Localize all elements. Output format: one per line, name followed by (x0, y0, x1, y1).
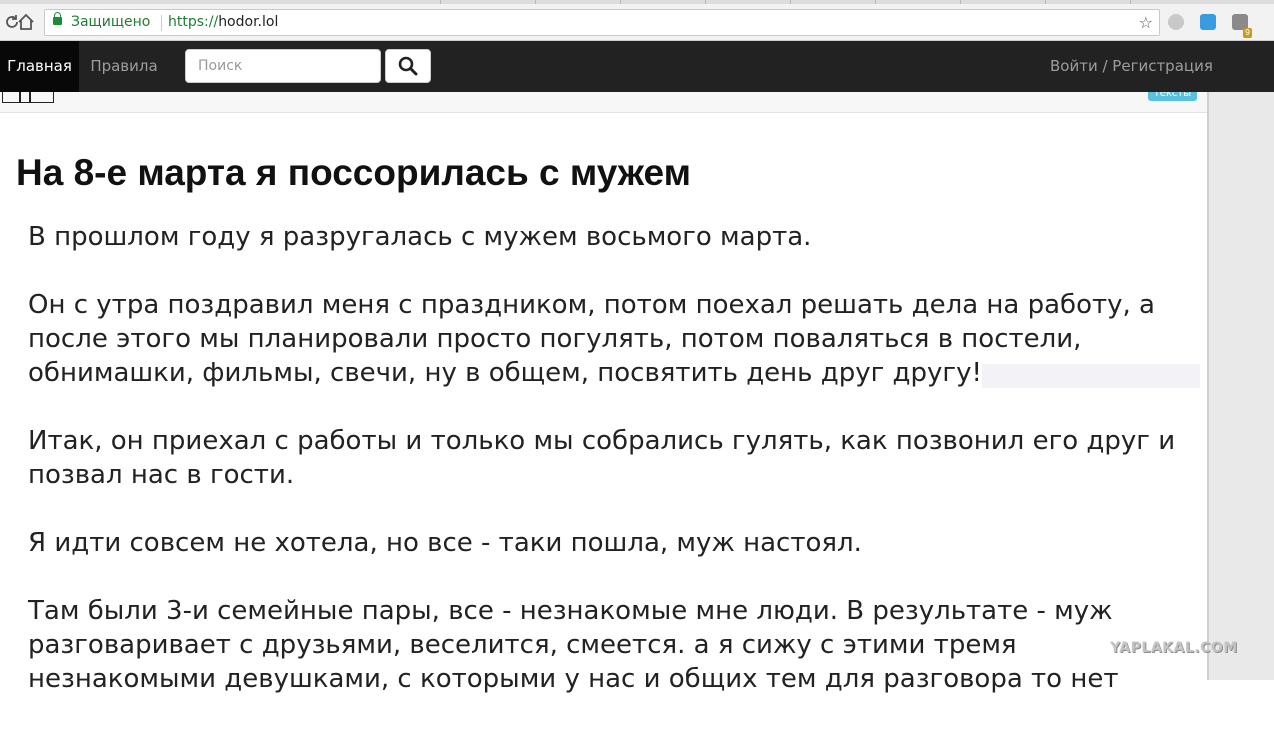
page-margin (1207, 92, 1274, 680)
url-host: hodor.lol (218, 14, 279, 30)
post-header-strip (0, 92, 1207, 113)
home-icon[interactable] (14, 10, 38, 34)
watermark: YAPLAKAL.COM (1110, 640, 1238, 656)
browser-toolbar: Защищено https://hodor.lol ☆ 9 (0, 4, 1274, 41)
article-paragraph: Я идти совсем не хотела, но все - таки п… (28, 528, 862, 558)
article-body: В прошлом году я разругалась с мужем вос… (28, 220, 1203, 730)
secure-label: Защищено (71, 14, 151, 30)
globe-extension-icon[interactable] (1168, 14, 1184, 30)
nav-home-link[interactable]: Главная (0, 41, 79, 92)
site-logo[interactable] (2, 92, 54, 103)
article-paragraph: Там были 3-и семейные пары, все - незнак… (28, 596, 1119, 694)
url-text[interactable]: https://hodor.lol (168, 10, 278, 35)
article-title: На 8-е марта я поссорилась с мужем (16, 152, 691, 193)
article-paragraph: Итак, он приехал с работы и только мы со… (28, 426, 1176, 490)
extension-badge: 9 (1243, 28, 1253, 38)
nav-rules-link[interactable]: Правила (79, 41, 169, 92)
search-input[interactable] (185, 49, 381, 83)
category-tag[interactable]: тексты (1148, 92, 1197, 101)
omnibox-divider (161, 15, 162, 31)
article-paragraph: В прошлом году я разругалась с мужем вос… (28, 222, 812, 252)
search-button[interactable] (385, 49, 431, 83)
lock-icon (53, 12, 62, 25)
article-paragraph: Он с утра поздравил меня с праздником, п… (28, 290, 1155, 388)
login-register-link[interactable]: Войти / Регистрация (1050, 41, 1213, 92)
extension-icon[interactable] (1200, 14, 1216, 30)
site-navbar: Главная Правила Войти / Регистрация (0, 41, 1274, 92)
url-scheme: https:// (168, 14, 219, 30)
bookmark-star-icon[interactable]: ☆ (1139, 10, 1153, 35)
search-icon (398, 56, 418, 76)
address-bar[interactable]: Защищено https://hodor.lol ☆ (44, 9, 1160, 36)
